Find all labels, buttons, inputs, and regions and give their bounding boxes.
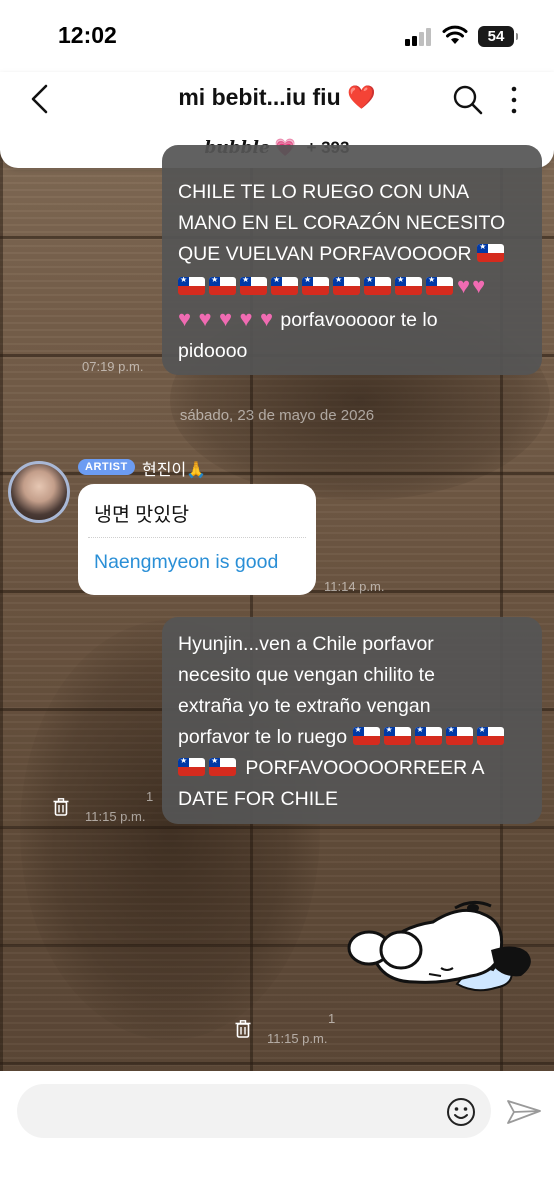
unread-count: 1: [146, 789, 154, 804]
chile-flag-icon: [426, 277, 453, 295]
pink-heart-icon: ♥: [472, 273, 486, 298]
outgoing-message[interactable]: CHILE TE LO RUEGO CON UNA MANO EN EL COR…: [162, 145, 542, 375]
wifi-icon: [442, 25, 468, 44]
chile-flag-icon: [209, 758, 236, 776]
battery-icon: 54: [478, 26, 518, 47]
message-time: 11:15 p.m.: [267, 1031, 328, 1046]
chile-flag-icon: [445, 727, 473, 745]
sender-name: 현진이🙏: [142, 462, 207, 479]
pink-heart-icon: ♥: [198, 306, 212, 331]
signal-icon: [405, 28, 431, 46]
chile-flag-icon: [178, 758, 205, 776]
translation-text: Naengmyeon is good: [94, 551, 279, 573]
message-line: MANO EN EL CORAZÓN NECESITO: [178, 212, 506, 234]
avatar[interactable]: [8, 461, 70, 523]
pink-heart-icon: ♥: [239, 306, 253, 331]
pink-heart-icon: ♥: [259, 306, 273, 331]
message-line: Hyunjin...ven a Chile porfavor: [178, 633, 434, 655]
chile-flag-icon: [271, 277, 298, 295]
message-line: PORFAVOOOOORREER A: [178, 753, 526, 784]
message-time: 11:14 p.m.: [324, 579, 385, 594]
artist-badge: ARTIST: [78, 459, 135, 475]
message-input-bar: [0, 1071, 554, 1199]
message-text: 냉면 맛있당: [94, 504, 190, 526]
search-icon[interactable]: [452, 84, 484, 116]
message-line: necesito que vengan chilito te: [178, 664, 435, 686]
message-line: porfavor te lo ruego: [178, 722, 526, 753]
chile-flag-icon: [477, 244, 505, 262]
message-line: pidoooo: [178, 340, 248, 362]
message-line: ♥ ♥ ♥ ♥ ♥ porfavooooor te lo: [178, 306, 438, 331]
chile-flag-icon: [302, 277, 329, 295]
chile-flag-icon: [352, 727, 380, 745]
message-line: extraña yo te extraño vengan: [178, 695, 431, 717]
message-time: 07:19 p.m.: [82, 359, 144, 374]
trash-icon[interactable]: [235, 1020, 251, 1038]
status-bar: 12:02 54: [0, 0, 554, 72]
status-time: 12:02: [58, 22, 117, 48]
trash-icon[interactable]: [53, 798, 69, 816]
message-time: 11:15 p.m.: [85, 809, 146, 824]
chile-flag-icon: [333, 277, 360, 295]
pink-heart-icon: ♥: [178, 306, 192, 331]
message-input[interactable]: [17, 1084, 491, 1138]
chile-flag-icon: [383, 727, 411, 745]
pink-heart-icon: ♥: [218, 306, 233, 331]
emoji-icon[interactable]: [446, 1097, 476, 1127]
date-separator: sábado, 23 de mayo de 2026: [179, 407, 375, 424]
unread-count: 1: [328, 1011, 336, 1026]
more-icon[interactable]: [505, 84, 523, 116]
message-line: QUE VUELVAN PORFAVOOOOR: [178, 239, 526, 270]
incoming-message[interactable]: 냉면 맛있당 Naengmyeon is good: [78, 484, 316, 595]
chile-flag-icon: [364, 277, 391, 295]
message-line: DATE FOR CHILE: [178, 788, 338, 810]
message-line: CHILE TE LO RUEGO CON UNA: [178, 181, 470, 203]
chile-flag-icon: [476, 727, 504, 745]
send-icon[interactable]: [506, 1097, 542, 1127]
chile-flag-icon: [178, 277, 205, 295]
outgoing-message[interactable]: Hyunjin...ven a Chile porfavor necesito …: [162, 617, 542, 824]
chile-flag-icon: [395, 277, 422, 295]
message-line: ♥♥: [178, 270, 526, 303]
chile-flag-icon: [209, 277, 236, 295]
chile-flag-icon: [414, 727, 442, 745]
chile-flag-icon: [240, 277, 267, 295]
pink-heart-icon: ♥: [457, 273, 471, 298]
snoopy-sticker[interactable]: [345, 898, 545, 998]
